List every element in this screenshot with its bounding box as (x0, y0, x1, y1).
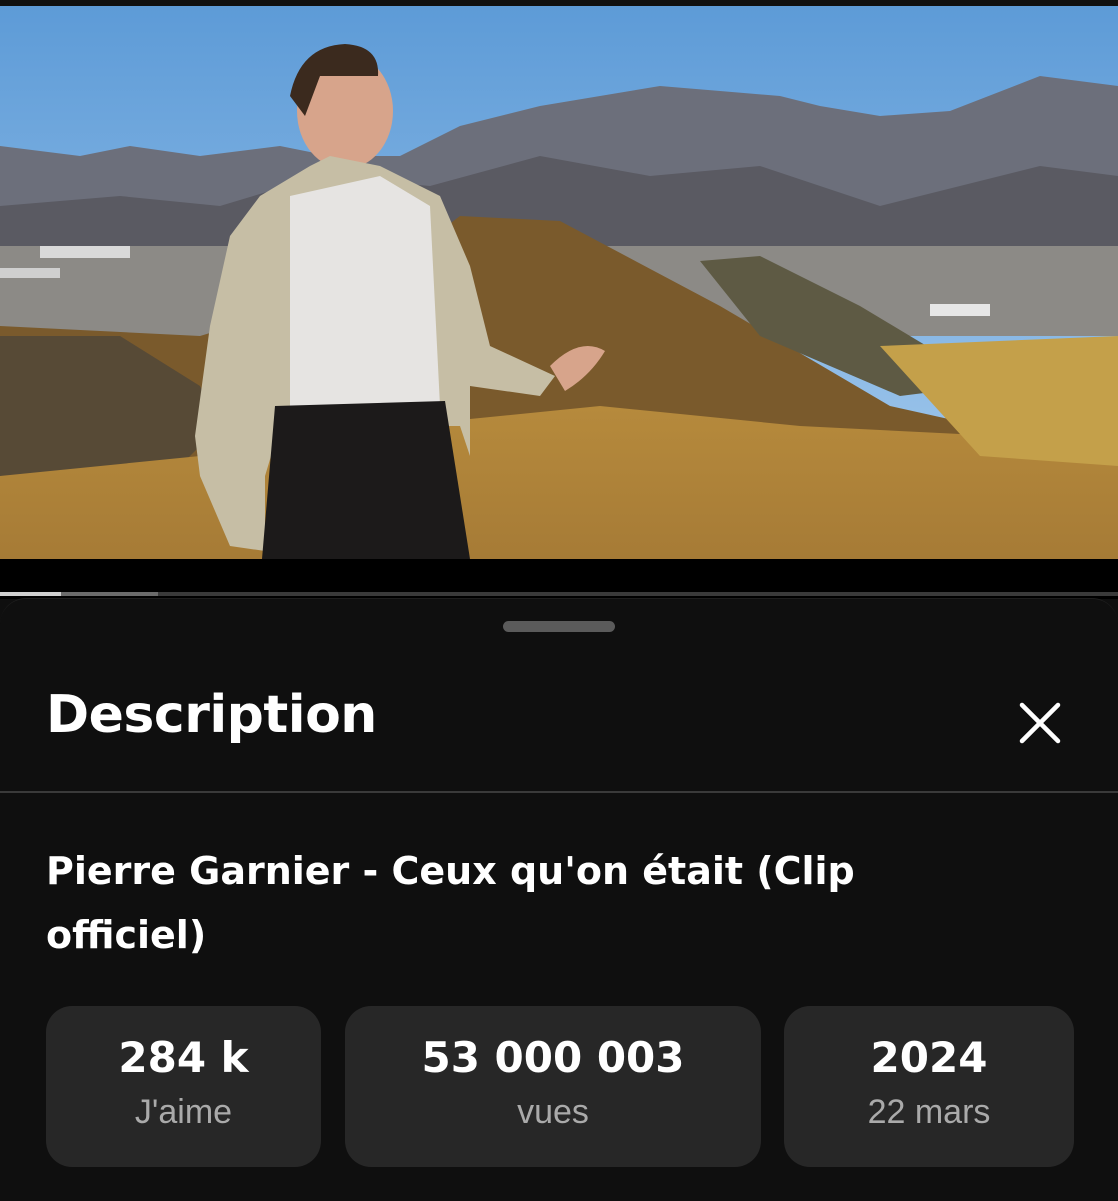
sheet-title: Description (46, 685, 377, 745)
close-icon (1019, 702, 1061, 744)
date-stat: 2024 22 mars (784, 1006, 1074, 1167)
video-title: Pierre Garnier - Ceux qu'on était (Clip … (46, 849, 855, 957)
likes-stat: 284 k J'aime (46, 1006, 321, 1167)
progress-played (0, 592, 61, 596)
progress-bar[interactable] (0, 592, 1118, 596)
views-value: 53 000 003 (421, 1033, 685, 1082)
description-sheet: Description Pierre Garnier - Ceux qu'on … (0, 598, 1118, 1201)
year-value: 2024 (870, 1033, 988, 1082)
divider (0, 791, 1118, 793)
views-label: vues (517, 1093, 589, 1131)
likes-value: 284 k (118, 1033, 249, 1082)
video-frame (0, 6, 1118, 559)
progress-buffered (61, 592, 158, 596)
video-player[interactable] (0, 6, 1118, 559)
views-stat: 53 000 003 vues (345, 1006, 761, 1167)
likes-label: J'aime (134, 1093, 233, 1131)
close-button[interactable] (1012, 695, 1068, 751)
drag-handle[interactable] (503, 621, 615, 632)
date-label: 22 mars (867, 1093, 991, 1131)
